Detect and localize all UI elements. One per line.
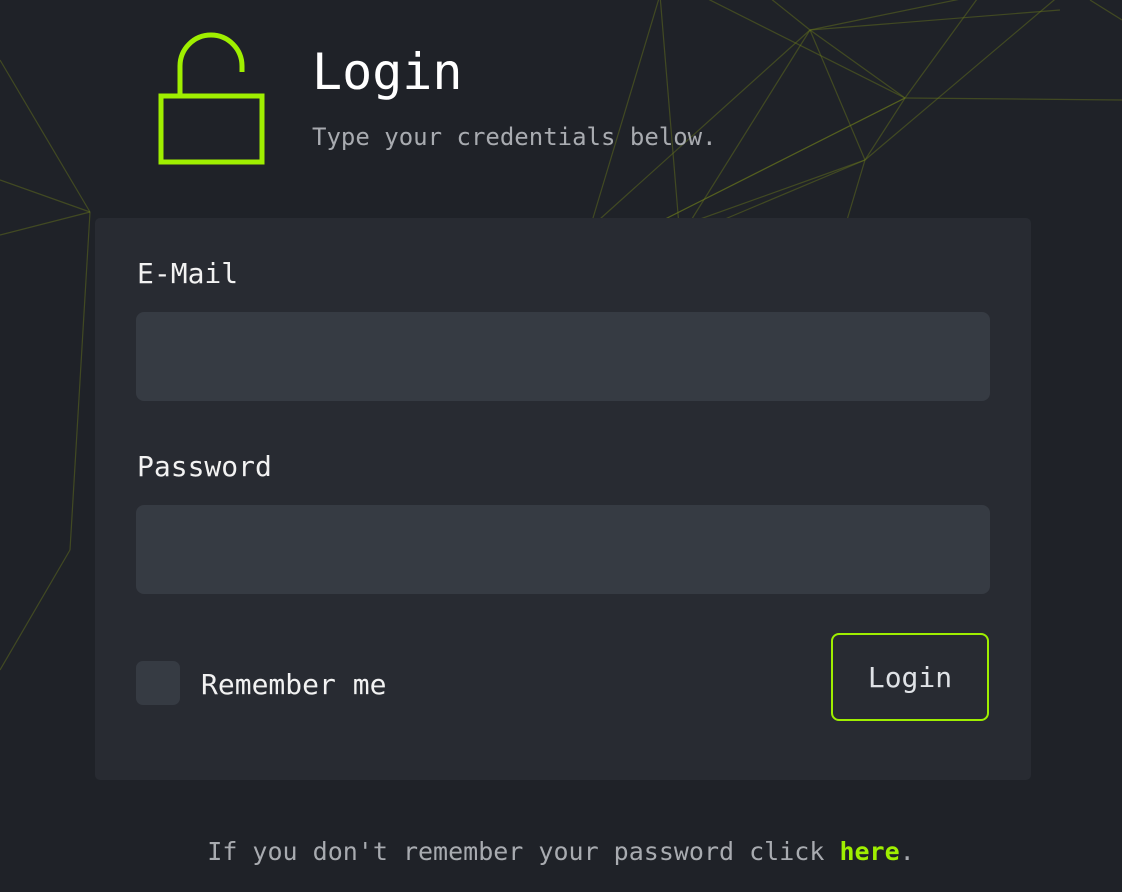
page-subtitle: Type your credentials below. bbox=[312, 123, 717, 151]
login-form-card: E-Mail Password Remember me Login bbox=[95, 218, 1031, 780]
email-input[interactable] bbox=[136, 312, 990, 401]
forgot-password-link[interactable]: here bbox=[839, 837, 899, 866]
remember-me-label[interactable]: Remember me bbox=[201, 667, 386, 703]
email-label: E-Mail bbox=[137, 257, 239, 290]
forgot-password-period: . bbox=[899, 837, 915, 866]
page-title: Login bbox=[312, 43, 463, 101]
password-input[interactable] bbox=[136, 505, 990, 594]
password-label: Password bbox=[137, 450, 272, 483]
forgot-password-text: If you don't remember your password clic… bbox=[207, 837, 840, 866]
login-button[interactable]: Login bbox=[831, 633, 989, 721]
open-padlock-icon bbox=[158, 32, 265, 165]
login-header: Login Type your credentials below. bbox=[158, 26, 858, 176]
remember-me-checkbox[interactable] bbox=[136, 661, 180, 705]
forgot-password-hint: If you don't remember your password clic… bbox=[0, 834, 1122, 870]
